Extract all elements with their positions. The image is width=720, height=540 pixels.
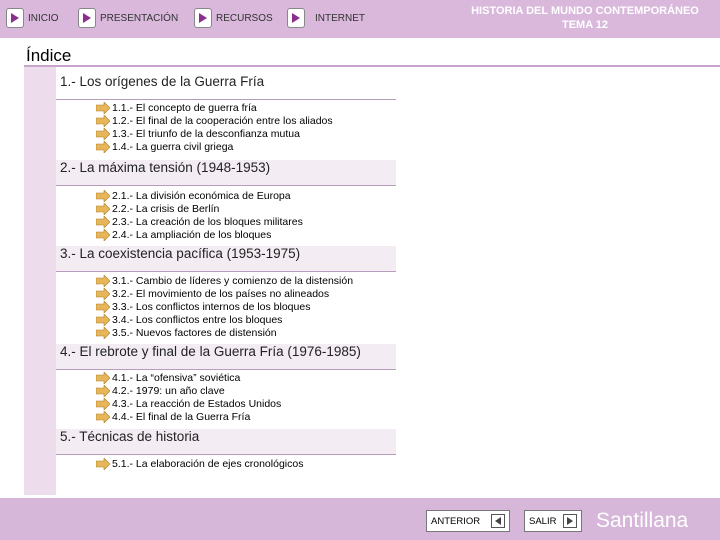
section-4-heading[interactable]: 4.- El rebrote y final de la Guerra Fría… [56, 344, 396, 370]
exit-arrow-icon [563, 514, 577, 528]
section-4-list: 4.1.- La “ofensiva” soviética 4.2.- 1979… [96, 371, 281, 423]
arrow-icon [96, 274, 110, 287]
list-item-label: 3.1.- Cambio de líderes y comienzo de la… [112, 274, 354, 287]
list-item-label: 3.4.- Los conflictos entre los bloques [112, 313, 283, 326]
list-item[interactable]: 2.4.- La ampliación de los bloques [96, 228, 303, 241]
nav-recursos-button[interactable]: RECURSOS [194, 6, 273, 30]
arrow-icon [96, 300, 110, 313]
header-title-line1: HISTORIA DEL MUNDO CONTEMPORÁNEO [471, 5, 699, 17]
section-5-title: 5.- Técnicas de historia [60, 429, 200, 444]
anterior-label: ANTERIOR [431, 515, 481, 527]
list-item-label: 3.3.- Los conflictos internos de los blo… [112, 300, 311, 313]
list-item[interactable]: 1.3.- El triunfo de la desconfianza mutu… [96, 127, 333, 140]
list-item[interactable]: 4.4.- El final de la Guerra Fría [96, 410, 281, 423]
left-sidebar-band [24, 67, 56, 495]
back-arrow-icon [491, 514, 505, 528]
list-item[interactable]: 3.2.- El movimiento de los países no ali… [96, 287, 353, 300]
header-title: HISTORIA DEL MUNDO CONTEMPORÁNEO TEMA 12 [440, 4, 720, 32]
section-2-heading[interactable]: 2.- La máxima tensión (1948-1953) [56, 160, 396, 186]
list-item-label: 4.2.- 1979: un año clave [112, 384, 225, 397]
list-item-label: 1.4.- La guerra civil griega [112, 140, 234, 153]
arrow-icon [96, 202, 110, 215]
section-4-title: 4.- El rebrote y final de la Guerra Fría… [60, 344, 361, 359]
nav-inicio-label: INICIO [28, 12, 59, 24]
arrow-icon [96, 127, 110, 140]
list-item-label: 2.3.- La creación de los bloques militar… [112, 215, 303, 228]
section-1-list: 1.1.- El concepto de guerra fría 1.2.- E… [96, 101, 333, 153]
arrow-icon [96, 384, 110, 397]
section-1-title: 1.- Los orígenes de la Guerra Fría [60, 74, 265, 89]
list-item[interactable]: 1.2.- El final de la cooperación entre l… [96, 114, 333, 127]
arrow-icon [96, 326, 110, 339]
anterior-button[interactable]: ANTERIOR [426, 510, 510, 532]
arrow-icon [96, 101, 110, 114]
list-item-label: 2.2.- La crisis de Berlín [112, 202, 220, 215]
list-item[interactable]: 4.1.- La “ofensiva” soviética [96, 371, 281, 384]
header-title-line2: TEMA 12 [561, 19, 609, 31]
list-item[interactable]: 2.1.- La división económica de Europa [96, 189, 303, 202]
list-item[interactable]: 2.2.- La crisis de Berlín [96, 202, 303, 215]
arrow-icon [96, 228, 110, 241]
list-item[interactable]: 2.3.- La creación de los bloques militar… [96, 215, 303, 228]
play-icon [78, 8, 96, 28]
salir-label: SALIR [529, 515, 557, 527]
list-item-label: 1.1.- El concepto de guerra fría [112, 101, 257, 114]
arrow-icon [96, 397, 110, 410]
list-item-label: 4.3.- La reacción de Estados Unidos [112, 397, 282, 410]
section-2-title: 2.- La máxima tensión (1948-1953) [60, 160, 271, 175]
section-3-title: 3.- La coexistencia pacífica (1953-1975) [60, 246, 301, 261]
arrow-icon [96, 371, 110, 384]
nav-internet-button[interactable]: INTERNET [287, 6, 365, 30]
list-item[interactable]: 5.1.- La elaboración de ejes cronológico… [96, 457, 303, 470]
play-icon [194, 8, 212, 28]
arrow-icon [96, 114, 110, 127]
section-5-list: 5.1.- La elaboración de ejes cronológico… [96, 457, 303, 470]
list-item-label: 2.1.- La división económica de Europa [112, 189, 291, 202]
list-item-label: 3.5.- Nuevos factores de distensión [112, 326, 277, 339]
arrow-icon [96, 287, 110, 300]
list-item-label: 4.4.- El final de la Guerra Fría [112, 410, 251, 423]
list-item-label: 1.2.- El final de la cooperación entre l… [112, 114, 333, 127]
arrow-icon [96, 140, 110, 153]
play-icon [6, 8, 24, 28]
brand-logo: Santillana [596, 509, 689, 532]
list-item[interactable]: 3.4.- Los conflictos entre los bloques [96, 313, 353, 326]
index-divider [24, 65, 720, 67]
list-item[interactable]: 3.3.- Los conflictos internos de los blo… [96, 300, 353, 313]
list-item-label: 5.1.- La elaboración de ejes cronológico… [112, 457, 304, 470]
list-item[interactable]: 4.2.- 1979: un año clave [96, 384, 281, 397]
arrow-icon [96, 215, 110, 228]
index-title: Índice [26, 46, 72, 65]
list-item-label: 4.1.- La “ofensiva” soviética [112, 371, 241, 384]
nav-recursos-label: RECURSOS [216, 12, 273, 24]
nav-presentacion-button[interactable]: PRESENTACIÓN [78, 6, 178, 30]
list-item[interactable]: 3.1.- Cambio de líderes y comienzo de la… [96, 274, 353, 287]
list-item[interactable]: 3.5.- Nuevos factores de distensión [96, 326, 353, 339]
section-3-list: 3.1.- Cambio de líderes y comienzo de la… [96, 274, 353, 339]
section-2-list: 2.1.- La división económica de Europa 2.… [96, 189, 303, 241]
play-icon [287, 8, 305, 28]
list-item-label: 1.3.- El triunfo de la desconfianza mutu… [112, 127, 300, 140]
arrow-icon [96, 457, 110, 470]
section-5-heading[interactable]: 5.- Técnicas de historia [56, 429, 396, 455]
nav-presentacion-label: PRESENTACIÓN [100, 12, 179, 24]
list-item[interactable]: 4.3.- La reacción de Estados Unidos [96, 397, 281, 410]
arrow-icon [96, 410, 110, 423]
nav-inicio-button[interactable]: INICIO [6, 6, 59, 30]
list-item[interactable]: 1.1.- El concepto de guerra fría [96, 101, 333, 114]
nav-internet-label: INTERNET [315, 12, 365, 24]
list-item-label: 2.4.- La ampliación de los bloques [112, 228, 272, 241]
list-item[interactable]: 1.4.- La guerra civil griega [96, 140, 333, 153]
arrow-icon [96, 189, 110, 202]
salir-button[interactable]: SALIR [524, 510, 582, 532]
section-3-heading[interactable]: 3.- La coexistencia pacífica (1953-1975) [56, 246, 396, 272]
arrow-icon [96, 313, 110, 326]
section-1-heading[interactable]: 1.- Los orígenes de la Guerra Fría [56, 74, 396, 100]
list-item-label: 3.2.- El movimiento de los países no ali… [112, 287, 330, 300]
